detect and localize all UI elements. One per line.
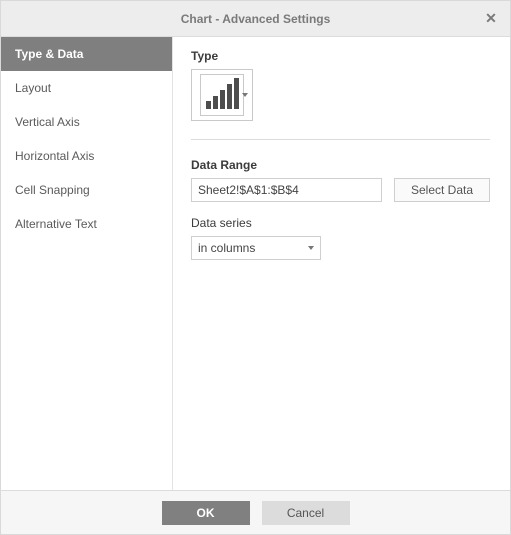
- sidebar-item-horizontal-axis[interactable]: Horizontal Axis: [1, 139, 172, 173]
- sidebar-item-vertical-axis[interactable]: Vertical Axis: [1, 105, 172, 139]
- column-chart-icon: [200, 74, 244, 116]
- sidebar-item-label: Layout: [15, 81, 51, 95]
- data-series-select[interactable]: in columns: [191, 236, 321, 260]
- data-range-input[interactable]: [191, 178, 382, 202]
- data-range-label: Data Range: [191, 158, 490, 172]
- sidebar-item-cell-snapping[interactable]: Cell Snapping: [1, 173, 172, 207]
- type-section-label: Type: [191, 49, 490, 63]
- sidebar-item-label: Alternative Text: [15, 217, 97, 231]
- section-divider: [191, 139, 490, 140]
- type-row: [191, 69, 490, 121]
- data-series-label: Data series: [191, 216, 490, 230]
- sidebar-item-label: Vertical Axis: [15, 115, 80, 129]
- sidebar-item-type-data[interactable]: Type & Data: [1, 37, 172, 71]
- chart-type-selector[interactable]: [191, 69, 253, 121]
- sidebar-item-label: Cell Snapping: [15, 183, 90, 197]
- sidebar-item-layout[interactable]: Layout: [1, 71, 172, 105]
- dialog-body: Type & Data Layout Vertical Axis Horizon…: [1, 37, 510, 490]
- sidebar: Type & Data Layout Vertical Axis Horizon…: [1, 37, 173, 490]
- cancel-button[interactable]: Cancel: [262, 501, 350, 525]
- advanced-settings-dialog: Chart - Advanced Settings ✕ Type & Data …: [0, 0, 511, 535]
- select-data-button[interactable]: Select Data: [394, 178, 490, 202]
- sidebar-item-label: Horizontal Axis: [15, 149, 94, 163]
- data-series-value: in columns: [198, 241, 255, 255]
- content-panel: Type Data Range Select Data Data series …: [173, 37, 510, 490]
- data-range-row: Select Data: [191, 178, 490, 202]
- dialog-title: Chart - Advanced Settings: [181, 12, 331, 26]
- sidebar-item-label: Type & Data: [15, 47, 83, 61]
- titlebar: Chart - Advanced Settings ✕: [1, 1, 510, 37]
- sidebar-item-alternative-text[interactable]: Alternative Text: [1, 207, 172, 241]
- dialog-footer: OK Cancel: [1, 490, 510, 534]
- ok-button[interactable]: OK: [162, 501, 250, 525]
- close-icon[interactable]: ✕: [482, 9, 500, 27]
- chevron-down-icon: [242, 93, 248, 97]
